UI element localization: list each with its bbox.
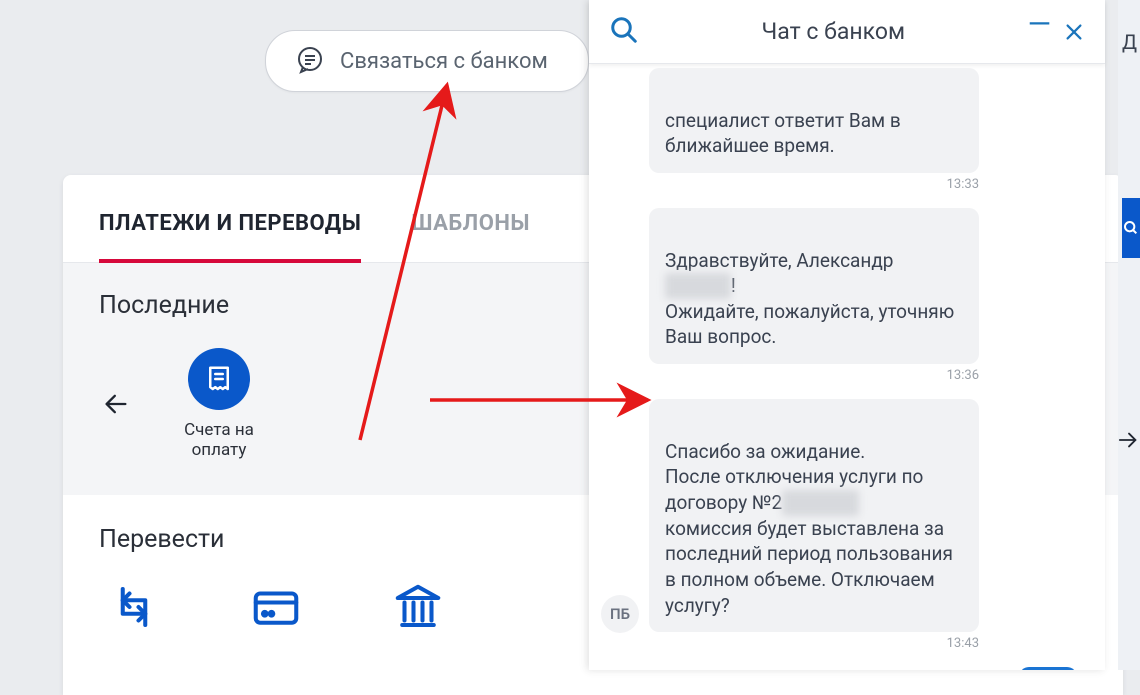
redacted-text: ████ (665, 273, 731, 299)
transfer-bank-icon[interactable] (391, 580, 445, 638)
invoice-icon (188, 348, 250, 410)
operator-avatar: ПБ (601, 595, 639, 633)
chat-minimize-button[interactable]: — (1028, 7, 1051, 56)
message-bubble: Спасибо за ожидание. После отключения ус… (649, 399, 979, 632)
chat-message: ПБ Спасибо за ожидание. После отключения… (649, 399, 1083, 651)
contact-bank-button[interactable]: Связаться с банком (265, 30, 589, 92)
recent-prev-button[interactable] (99, 387, 133, 421)
transfer-between-accounts-icon[interactable] (107, 580, 161, 638)
tile-invoices-label: Счета на оплату (159, 420, 279, 461)
tile-invoices[interactable]: Счета на оплату (159, 348, 279, 461)
chat-message: специалист ответит Вам в ближайшее время… (649, 68, 1083, 192)
chat-message: Здравствуйте, Александр ████! Ожидайте, … (649, 208, 1083, 383)
chat-messages: специалист ответит Вам в ближайшее время… (589, 64, 1105, 670)
chat-header: Чат с банком — (589, 0, 1105, 64)
message-time: 13:43 (649, 636, 979, 651)
chat-title: Чат с банком (651, 18, 1016, 45)
chat-search-button[interactable] (609, 15, 639, 49)
transfer-card-icon[interactable] (249, 580, 303, 638)
redacted-text: 9████ (782, 490, 859, 516)
right-search-button-partial[interactable] (1122, 198, 1140, 258)
message-time: 13:36 (649, 368, 979, 383)
right-edge-sliver (1118, 0, 1140, 670)
message-time: 13:33 (649, 177, 979, 192)
tab-templates[interactable]: ШАБЛОНЫ (411, 211, 530, 262)
contact-bank-label: Связаться с банком (340, 49, 548, 74)
right-partial-text: Д (1122, 30, 1138, 54)
chat-close-button[interactable] (1063, 21, 1085, 43)
recent-next-button-partial[interactable] (1118, 420, 1140, 460)
message-bubble: специалист ответит Вам в ближайшее время… (649, 68, 979, 173)
chat-panel: Чат с банком — специалист ответит Вам в … (589, 0, 1105, 670)
message-bubble: Здравствуйте, Александр ████! Ожидайте, … (649, 208, 979, 364)
tab-payments[interactable]: ПЛАТЕЖИ И ПЕРЕВОДЫ (99, 211, 361, 262)
chat-bubble-icon (294, 45, 326, 77)
